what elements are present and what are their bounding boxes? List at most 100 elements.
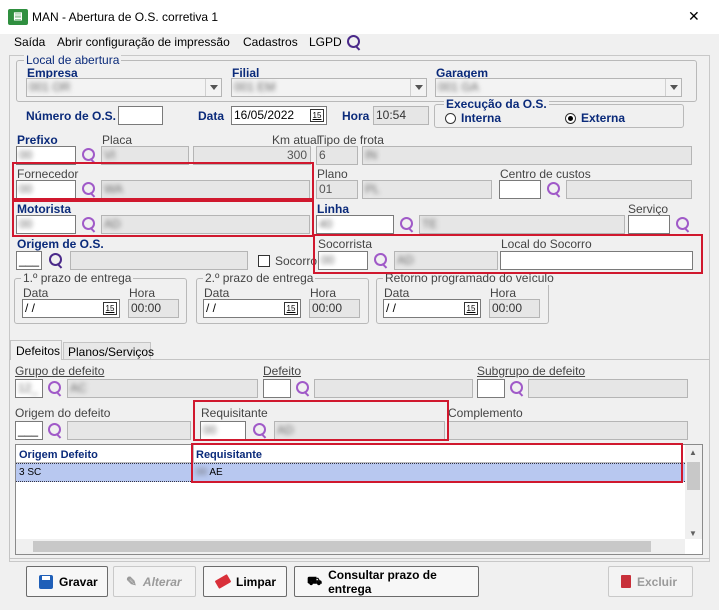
subgrupo-defeito-label: Subgrupo de defeito <box>477 364 586 378</box>
tab-planos-servicos[interactable]: Planos/Serviços <box>63 342 154 359</box>
calendar-icon[interactable]: 15 <box>310 109 324 122</box>
defeito-label: Defeito <box>263 364 302 378</box>
externa-radio[interactable] <box>565 113 576 124</box>
menu-abrir-config-impressao[interactable]: Abrir configuração de impressão <box>57 35 230 49</box>
subgrupo-defeito-code[interactable] <box>477 379 505 398</box>
grupo-defeito-search-icon[interactable] <box>46 380 64 398</box>
origem-defeito-label: Origem do defeito <box>15 406 111 420</box>
tipo-frota-label: Tipo de frota <box>317 133 384 147</box>
prazo-1-hora-input[interactable]: 00:00 <box>128 299 179 318</box>
prazo-2-hora-input[interactable]: 00:00 <box>309 299 360 318</box>
subgrupo-defeito-search-icon[interactable] <box>508 380 526 398</box>
origem-os-name <box>70 251 248 270</box>
linha-code[interactable]: 40 <box>316 215 394 234</box>
linha-search-icon[interactable] <box>398 216 416 234</box>
filial-select[interactable]: 001 EM <box>231 78 427 97</box>
origem-os-label: Origem de O.S. <box>17 237 104 251</box>
highlight-requisitante <box>193 400 449 441</box>
socorro-label: Socorro <box>275 254 318 268</box>
scroll-thumb[interactable] <box>687 462 700 490</box>
retorno-data-input[interactable]: / /15 <box>383 299 481 318</box>
menu-bar: Saída Abrir configuração de impressão Ca… <box>0 34 719 54</box>
highlight-grid-requisitante <box>191 443 683 483</box>
menu-lgpd[interactable]: LGPD <box>309 35 342 49</box>
eraser-icon <box>214 574 232 589</box>
highlight-motorista <box>12 200 314 237</box>
servico-label: Serviço <box>628 202 669 216</box>
menu-search-icon[interactable] <box>345 34 363 52</box>
retorno-hora-input[interactable]: 00:00 <box>489 299 540 318</box>
numero-os-input[interactable] <box>118 106 163 125</box>
hscroll-thumb[interactable] <box>33 541 651 552</box>
origem-defeito-search-icon[interactable] <box>46 422 64 440</box>
local-abertura-legend: Local de abertura <box>24 53 122 67</box>
title-bar: ▤ MAN - Abertura de O.S. corretiva 1 ✕ <box>0 0 719 34</box>
defeito-code[interactable] <box>263 379 291 398</box>
centro-custos-search-icon[interactable] <box>545 181 563 199</box>
trash-icon <box>621 575 631 588</box>
origem-os-search-icon[interactable] <box>47 252 65 270</box>
menu-cadastros[interactable]: Cadastros <box>243 35 298 49</box>
placa-label: Placa <box>102 133 133 147</box>
numero-os-label: Número de O.S. <box>26 109 117 123</box>
defeito-name <box>314 379 473 398</box>
complemento-input[interactable] <box>448 421 688 440</box>
window-title: MAN - Abertura de O.S. corretiva 1 <box>32 10 219 24</box>
truck-icon: ⛟ <box>307 573 323 588</box>
empresa-select[interactable]: 001 OR <box>26 78 222 97</box>
retorno-hora-label: Hora <box>490 286 517 300</box>
limpar-button[interactable]: Limpar <box>203 566 287 597</box>
origem-defeito-code[interactable]: ___ <box>15 421 43 440</box>
app-icon: ▤ <box>8 9 28 25</box>
grid-header-origem: Origem Defeito <box>19 449 98 461</box>
plano-code: 01 <box>316 180 358 199</box>
centro-custos-code[interactable] <box>499 180 541 199</box>
data-input[interactable]: 16/05/2022 15 <box>231 106 327 125</box>
tab-defeitos[interactable]: Defeitos <box>10 340 62 360</box>
scroll-up-icon[interactable]: ▲ <box>689 446 697 460</box>
defeito-search-icon[interactable] <box>294 380 312 398</box>
subgrupo-defeito-name <box>528 379 688 398</box>
linha-name: TE <box>419 215 625 234</box>
calendar-icon[interactable]: 15 <box>464 302 478 315</box>
chevron-down-icon <box>410 79 426 96</box>
chevron-down-icon <box>665 79 681 96</box>
excluir-button[interactable]: Excluir <box>608 566 693 597</box>
garagem-select[interactable]: 001 GA <box>435 78 682 97</box>
menu-sair[interactable]: Saída <box>14 35 45 49</box>
scroll-down-icon[interactable]: ▼ <box>689 527 697 541</box>
prazo-1-data-label: Data <box>23 286 49 300</box>
grupo-defeito-name: AC <box>67 379 258 398</box>
prefixo-label: Prefixo <box>17 133 58 147</box>
alterar-button[interactable]: ✎ Alterar <box>113 566 196 597</box>
prazo-1-legend: 1.º prazo de entrega <box>21 271 134 285</box>
tipo-frota-code: 6 <box>316 146 358 165</box>
complemento-label: Complemento <box>448 406 523 420</box>
save-icon <box>39 574 53 589</box>
km-atual-label: Km atual <box>272 133 320 147</box>
prazo-1-data-input[interactable]: / /15 <box>22 299 120 318</box>
highlight-socorro <box>313 234 703 274</box>
socorro-checkbox[interactable] <box>258 255 270 267</box>
consultar-prazo-button[interactable]: ⛟ Consultar prazo de entrega <box>294 566 479 597</box>
grupo-defeito-code[interactable]: 12_ <box>15 379 43 398</box>
calendar-icon[interactable]: 15 <box>103 302 117 315</box>
gravar-button[interactable]: Gravar <box>26 566 108 597</box>
servico-search-icon[interactable] <box>674 216 692 234</box>
tipo-frota-name: IN <box>362 146 692 165</box>
calendar-icon[interactable]: 15 <box>284 302 298 315</box>
prazo-2-legend: 2.º prazo de entrega <box>203 271 316 285</box>
hora-label: Hora <box>342 109 370 123</box>
linha-label: Linha <box>317 202 349 216</box>
interna-label: Interna <box>461 111 502 125</box>
origem-defeito-name <box>67 421 191 440</box>
servico-input[interactable] <box>628 215 670 234</box>
centro-custos-label: Centro de custos <box>500 167 591 181</box>
origem-os-code[interactable]: ___ <box>16 251 42 270</box>
prazo-2-data-input[interactable]: / /15 <box>203 299 301 318</box>
hora-input[interactable]: 10:54 <box>373 106 429 125</box>
interna-radio[interactable] <box>445 113 456 124</box>
retorno-data-label: Data <box>384 286 410 300</box>
pencil-icon: ✎ <box>126 573 137 589</box>
close-icon[interactable]: ✕ <box>688 9 700 23</box>
